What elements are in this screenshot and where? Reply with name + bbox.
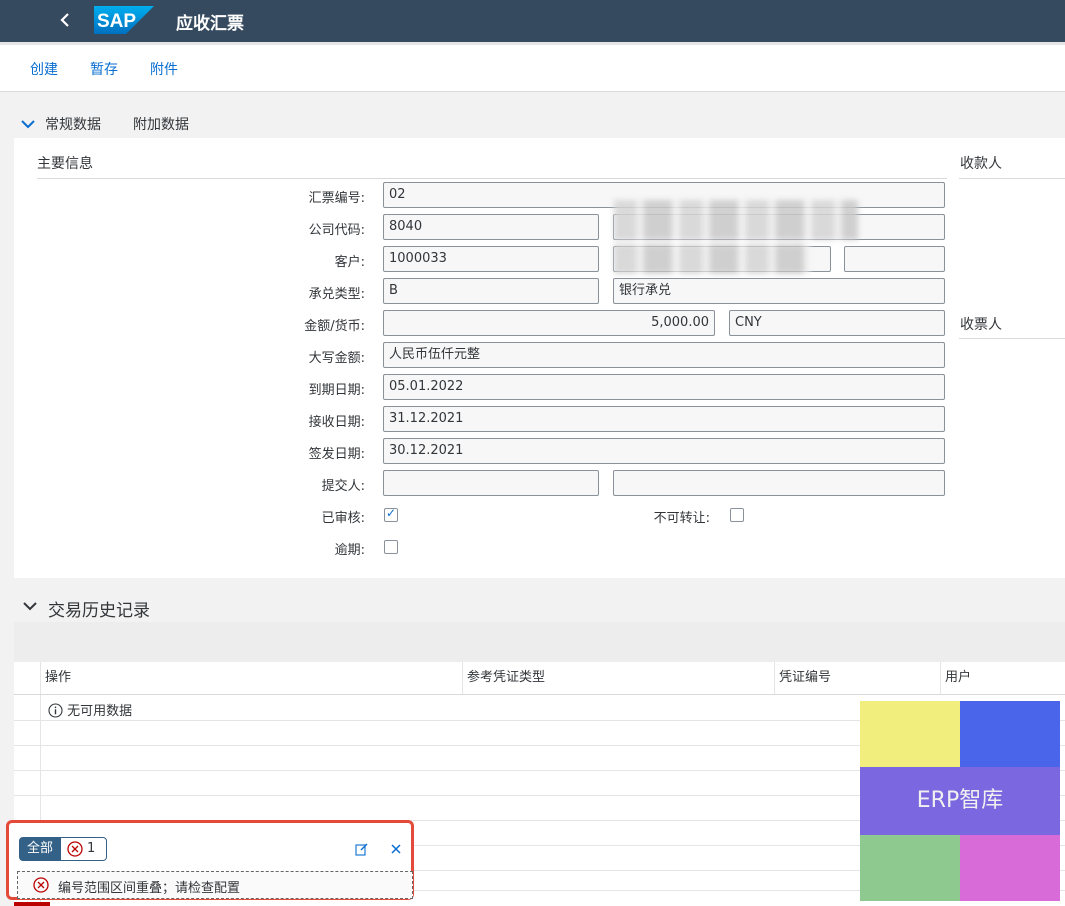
shell-bar: SAP 应收汇票 (0, 0, 1065, 45)
column-header-user[interactable]: 用户 (941, 662, 1065, 694)
label-submitter: 提交人: (321, 479, 365, 494)
column-header-operation[interactable]: 操作 (41, 662, 462, 694)
no-data-message: 无可用数据 (48, 700, 132, 719)
general-data-panel: 主要信息 收款人 收票人 汇票编号: 02 公司代码: 8040 客户: 100… (14, 138, 1065, 578)
header-toolbar: 创建 暂存 附件 (0, 45, 1065, 92)
history-section-header: 交易历史记录 (0, 588, 1065, 622)
redacted-company-name (614, 200, 858, 240)
watermark-tile (860, 701, 960, 767)
customer-field[interactable]: 1000033 (383, 246, 599, 272)
save-draft-button[interactable]: 暂存 (90, 59, 118, 79)
group-divider (959, 338, 1065, 339)
filter-error-button[interactable]: 1 (61, 837, 107, 861)
receipt-date-field[interactable]: 31.12.2021 (383, 406, 945, 432)
filter-all-button[interactable]: 全部 (19, 837, 61, 861)
group-divider (37, 178, 947, 179)
app-title: 应收汇票 (176, 14, 244, 34)
submitter-field[interactable] (383, 470, 599, 496)
company-code-field[interactable]: 8040 (383, 214, 599, 240)
logo-text: SAP (97, 11, 136, 32)
watermark-tile (860, 835, 960, 901)
error-icon (67, 841, 83, 857)
label-due-date: 到期日期: (308, 383, 365, 398)
back-button[interactable] (52, 6, 78, 34)
label-receipt-date: 接收日期: (308, 415, 365, 430)
label-customer: 客户: (334, 255, 365, 270)
history-title: 交易历史记录 (48, 601, 150, 621)
label-approved: 已审核: (321, 511, 365, 526)
amount-field[interactable]: 5,000.00 (383, 310, 715, 336)
sap-logo[interactable]: SAP (94, 6, 154, 34)
group-title-main: 主要信息 (37, 156, 93, 172)
attachment-button[interactable]: 附件 (150, 59, 178, 79)
section-tabs: 常规数据 附加数据 (0, 110, 1065, 140)
watermark-tile (960, 835, 1060, 901)
label-overdue: 逾期: (334, 543, 365, 558)
column-header-ref-doc-type[interactable]: 参考凭证类型 (463, 662, 774, 694)
label-bill-no: 汇票编号: (308, 191, 365, 206)
message-popover: 全部 1 编号范围区间重叠；请检查配置 (6, 820, 414, 900)
message-item[interactable]: 编号范围区间重叠；请检查配置 (17, 871, 413, 899)
history-table-toolbar (14, 622, 1065, 663)
label-issue-date: 签发日期: (308, 447, 365, 462)
error-count: 1 (87, 841, 96, 856)
currency-field[interactable]: CNY (729, 310, 945, 336)
watermark: ERP智库 (860, 701, 1060, 901)
label-non-transferable: 不可转让: (653, 511, 710, 526)
overdue-checkbox[interactable] (384, 540, 398, 554)
tab-general-data[interactable]: 常规数据 (45, 114, 101, 140)
column-header-doc-number[interactable]: 凭证编号 (775, 662, 940, 694)
chevron-left-icon (60, 13, 69, 27)
collapse-chevron-icon[interactable] (20, 116, 36, 132)
info-icon (48, 703, 63, 718)
due-date-field[interactable]: 05.01.2022 (383, 374, 945, 400)
tab-additional-data[interactable]: 附加数据 (133, 114, 189, 134)
label-amount-currency: 金额/货币: (304, 319, 365, 334)
non-transferable-checkbox[interactable] (730, 508, 744, 522)
message-text: 编号范围区间重叠；请检查配置 (58, 881, 241, 896)
acceptance-type-field[interactable]: B (383, 278, 599, 304)
label-amount-words: 大写金额: (308, 351, 365, 366)
customer-extra-field[interactable] (844, 246, 945, 272)
watermark-tile (960, 701, 1060, 767)
close-icon[interactable] (390, 843, 402, 855)
redacted-customer-name (614, 244, 810, 274)
group-title-payee: 收款人 (960, 156, 1002, 172)
no-data-text: 无可用数据 (67, 704, 133, 719)
group-title-recipient: 收票人 (960, 317, 1002, 333)
label-acceptance-type: 承兑类型: (308, 287, 365, 302)
submitter-name-field[interactable] (613, 470, 945, 496)
header-divider (14, 694, 1065, 695)
amount-words-field[interactable]: 人民币伍仟元整 (383, 342, 945, 368)
watermark-text: ERP智库 (860, 767, 1060, 835)
acceptance-type-text-field[interactable]: 银行承兑 (613, 278, 945, 304)
label-company-code: 公司代码: (308, 223, 365, 238)
group-divider (959, 178, 1065, 179)
message-indicator[interactable] (14, 902, 50, 906)
collapse-chevron-icon[interactable] (22, 598, 38, 614)
approved-checkbox[interactable] (384, 506, 398, 522)
error-icon (33, 877, 49, 893)
issue-date-field[interactable]: 30.12.2021 (383, 438, 945, 464)
create-button[interactable]: 创建 (30, 59, 58, 79)
edit-icon[interactable] (355, 842, 369, 856)
